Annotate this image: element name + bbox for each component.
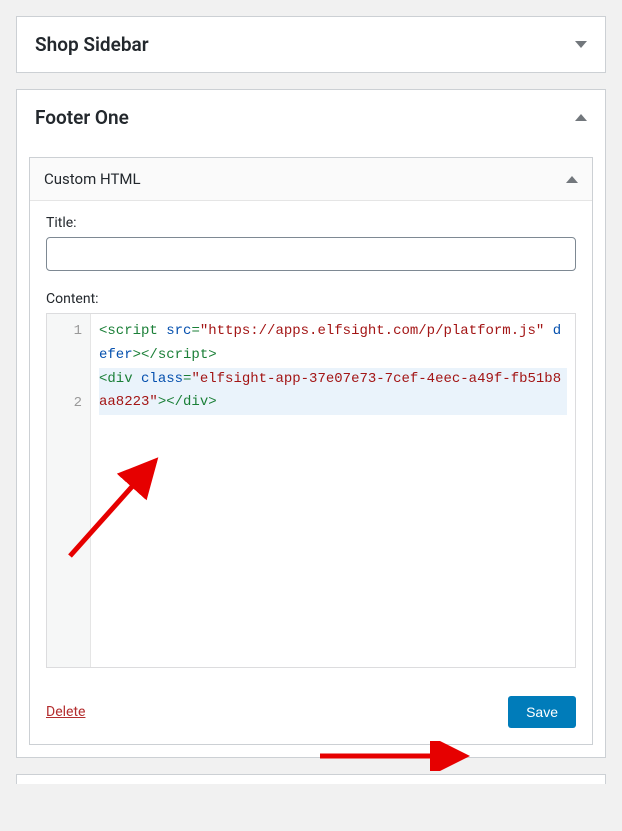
title-label: Title: [46, 215, 576, 231]
widget-area-footer-one: Footer One Custom HTML Title: Content: 1 [16, 89, 606, 758]
code-line-2: <div class="elfsight-app-37e07e73-7cef-4… [99, 368, 567, 416]
widget-custom-html: Custom HTML Title: Content: 1 2 [29, 157, 593, 745]
widget-header[interactable]: Custom HTML [30, 158, 592, 201]
title-input[interactable] [46, 237, 576, 271]
chevron-up-icon [566, 176, 578, 183]
widget-area-title: Footer One [35, 106, 129, 129]
widget-area-placeholder [16, 774, 606, 784]
widget-area-header-footer-one[interactable]: Footer One [17, 90, 605, 145]
widget-area-body: Custom HTML Title: Content: 1 2 [17, 145, 605, 757]
widget-area-header-shop-sidebar[interactable]: Shop Sidebar [17, 17, 605, 72]
chevron-down-icon [575, 41, 587, 48]
content-field-group: Content: 1 2 <script src="https://apps.e… [46, 291, 576, 668]
content-code-editor[interactable]: 1 2 <script src="https://apps.elfsight.c… [46, 313, 576, 668]
widget-body: Title: Content: 1 2 <script src="https:/… [30, 201, 592, 744]
widget-actions: Delete Save [46, 696, 576, 728]
widget-title: Custom HTML [44, 170, 141, 188]
line-number: 1 [47, 320, 82, 392]
content-label: Content: [46, 291, 576, 307]
widget-area-title: Shop Sidebar [35, 33, 149, 56]
code-lines: <script src="https://apps.elfsight.com/p… [91, 314, 575, 667]
save-button[interactable]: Save [508, 696, 576, 728]
title-field-group: Title: [46, 215, 576, 271]
chevron-up-icon [575, 114, 587, 121]
delete-link[interactable]: Delete [46, 704, 85, 720]
widget-area-shop-sidebar: Shop Sidebar [16, 16, 606, 73]
line-number: 2 [47, 392, 82, 416]
code-line-1: <script src="https://apps.elfsight.com/p… [99, 320, 567, 368]
code-gutter: 1 2 [47, 314, 91, 667]
